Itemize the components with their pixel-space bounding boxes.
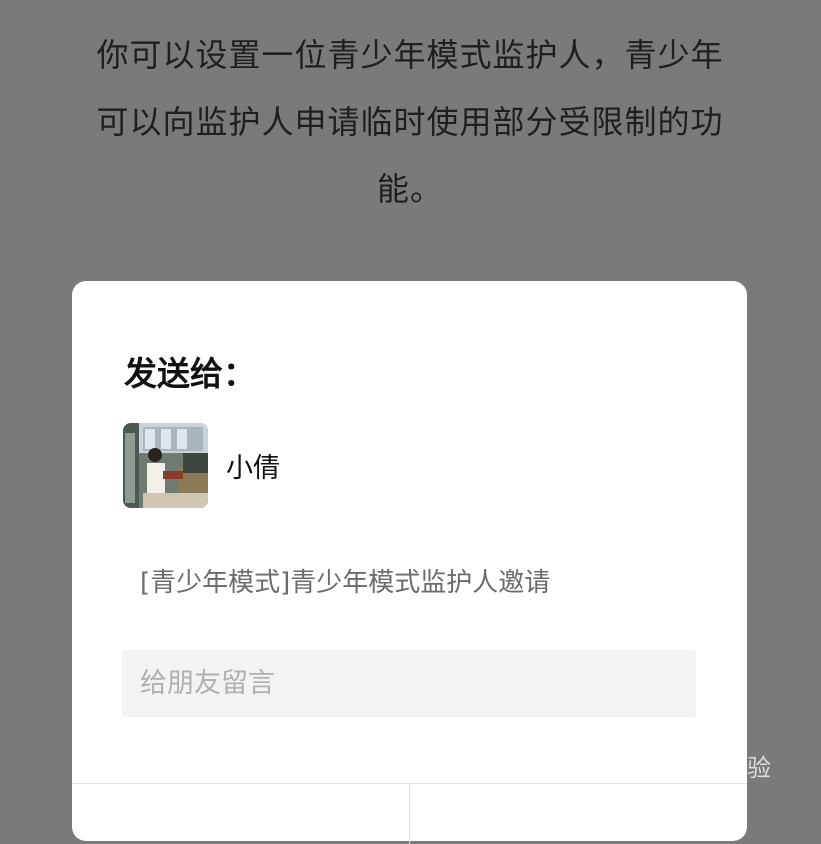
description-line-3: 能。 <box>376 170 443 208</box>
recipient-row: 小倩 <box>123 423 280 508</box>
comment-input[interactable] <box>122 650 696 717</box>
description-line-2: 可以向监护人申请临时使用部分受限制的功 <box>96 103 724 141</box>
description-line-1: 你可以设置一位青少年模式监护人，青少年 <box>96 36 724 74</box>
watermark-url: jingyan.baidu.com <box>614 784 744 801</box>
watermark-label: 经验 <box>723 754 771 782</box>
paw-icon <box>677 724 707 754</box>
message-preview: [青少年模式]青少年模式监护人邀请 <box>140 568 551 598</box>
dialog-title: 发送给： <box>124 354 256 393</box>
baidu-watermark: Bai du 经验 jingyan.baidu.com <box>611 724 781 806</box>
avatar <box>123 423 208 508</box>
cancel-button[interactable] <box>72 784 409 844</box>
background-description: 你可以设置一位青少年模式监护人，青少年 可以向监护人申请临时使用部分受限制的功 … <box>60 22 760 223</box>
recipient-name: 小倩 <box>226 453 280 484</box>
